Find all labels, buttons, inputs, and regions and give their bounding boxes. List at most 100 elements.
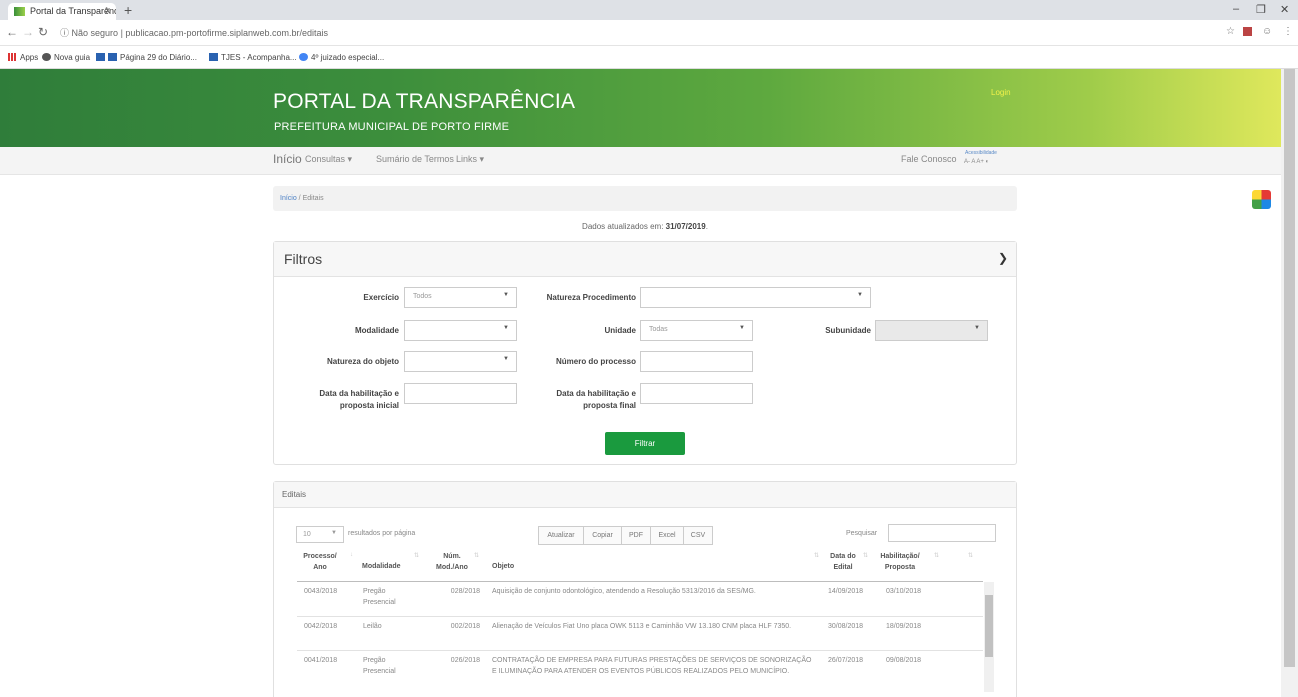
accessibility-controls[interactable]: A- A A+ ◐ [964,159,989,165]
page-scrollbar[interactable] [1281,69,1298,697]
back-icon[interactable]: ← [6,25,18,39]
numero-processo-input[interactable] [640,351,753,372]
cell-modalidade: Pregão Presencial [363,588,396,606]
excel-button[interactable]: Excel [651,526,684,545]
cell-objeto: Aquisição de conjunto odontológico, aten… [492,588,756,595]
page-viewport: PORTAL DA TRANSPARÊNCIA PREFEITURA MUNIC… [0,69,1298,697]
cell-objeto: CONTRATAÇÃO DE EMPRESA PARA FUTURAS PRES… [492,657,812,675]
login-link[interactable]: Login [991,88,1011,97]
cell-habilitacao: 18/09/2018 [886,623,922,630]
site-title: PORTAL DA TRANSPARÊNCIA [273,90,576,113]
sort-icon[interactable]: ⇅ [863,552,868,559]
cell-habilitacao: 09/08/2018 [886,657,922,664]
bookmark-juizado[interactable]: 4º juizado especial... [299,53,384,62]
new-tab-icon[interactable]: + [124,2,132,18]
atualizar-button[interactable]: Atualizar [538,526,584,545]
browser-tab-bar: Portal da Transparência - Atas x + – ❐ ✕ [0,0,1298,20]
breadcrumb-home[interactable]: Início [280,195,297,202]
search-input[interactable] [888,524,996,542]
chevron-down-icon[interactable]: ❯ [998,251,1008,265]
breadcrumb-current: Editais [302,195,324,202]
csv-button[interactable]: CSV [684,526,713,545]
cell-data: 26/07/2018 [828,657,864,664]
exercicio-select[interactable]: Todos ▼ [404,287,517,308]
unidade-select[interactable]: Todas ▼ [640,320,753,341]
copiar-button[interactable]: Copiar [584,526,622,545]
browser-tab[interactable]: Portal da Transparência - Atas x [8,3,116,20]
caret-icon: ▼ [974,325,980,331]
close-window-icon[interactable]: ✕ [1280,3,1289,16]
nav-links[interactable]: Links ▾ [456,154,484,165]
col-modalidade[interactable]: Modalidade [362,562,417,573]
data-final-input[interactable] [640,383,753,404]
data-final-label: Data da habilitação e proposta final [556,389,636,411]
caret-icon: ▼ [503,356,509,362]
minimize-icon[interactable]: – [1233,3,1239,15]
caret-icon: ▼ [503,325,509,331]
extension-icon[interactable] [1243,27,1252,36]
cell-num: 028/2018 [450,588,480,595]
bookmark-star-icon[interactable]: ☆ [1226,26,1237,37]
sort-asc-icon[interactable]: ↓ [350,552,353,558]
natureza-procedimento-select[interactable]: ▼ [640,287,871,308]
sort-icon[interactable]: ⇅ [474,552,479,559]
nav-contact[interactable]: Fale Conosco [901,154,957,164]
restore-icon[interactable]: ❐ [1256,3,1266,16]
filtrar-button[interactable]: Filtrar [605,432,685,455]
bookmark-nova-guia[interactable]: Nova guia [42,53,90,62]
site-subtitle: PREFEITURA MUNICIPAL DE PORTO FIRME [274,121,510,133]
page-scroll-thumb[interactable] [1284,69,1295,667]
bookmark-apps[interactable]: Apps [8,53,38,62]
row-divider [297,616,983,617]
sort-icon[interactable]: ⇅ [814,552,819,559]
cell-modalidade: Pregão Presencial [363,657,396,675]
modalidade-select[interactable]: ▼ [404,320,517,341]
col-num-mod[interactable]: Núm. Mod./Ano [432,552,472,573]
editais-panel: Editais 10 ▼ resultados por página Atuali… [273,481,1017,697]
unidade-label: Unidade [604,326,636,335]
subunidade-select[interactable]: ▼ [875,320,988,341]
reload-icon[interactable]: ↻ [38,25,48,39]
modalidade-label: Modalidade [354,326,399,335]
cell-modalidade: Leilão [363,623,382,630]
close-tab-icon[interactable]: x [106,5,111,15]
nav-sumario[interactable]: Sumário de Termos [376,154,454,164]
info-icon: ⓘ [60,28,72,38]
natureza-objeto-select[interactable]: ▼ [404,351,517,372]
filters-panel: Filtros ❯ Exercício Todos ▼ Natureza Proc… [273,241,1017,465]
exercicio-label: Exercício [363,293,399,302]
sort-icon[interactable]: ⇅ [968,552,973,559]
apps-grid-icon [8,53,17,61]
accessibility-label: Acessibilidade [965,150,997,156]
sort-icon[interactable]: ⇅ [414,552,419,559]
updated-notice: Dados atualizados em: 31/07/2019. [582,222,708,231]
data-inicial-input[interactable] [404,383,517,404]
col-objeto[interactable]: Objeto [492,562,552,573]
bookmark-diario[interactable]: Página 29 do Diário... [96,53,197,62]
filters-header[interactable]: Filtros ❯ [274,242,1016,277]
col-habilitacao[interactable]: Habilitação/ Proposta [872,552,928,573]
subunidade-label: Subunidade [825,326,871,335]
sort-icon[interactable]: ⇅ [934,552,939,559]
caret-icon: ▼ [331,530,337,536]
page-length-select[interactable]: 10 ▼ [296,526,344,543]
url-field[interactable]: ⓘ Não seguro | publicacao.pm-portofirme.… [60,26,328,39]
menu-dots-icon[interactable]: ⋮ [1283,26,1294,37]
page-length-text: resultados por página [348,530,416,537]
editais-title: Editais [282,490,307,499]
app-launcher-icon[interactable] [1252,190,1271,209]
nav-consultas[interactable]: Consultas ▾ [305,154,352,165]
nav-home[interactable]: Início [273,152,302,166]
breadcrumb: Início / Editais [273,186,1017,211]
site-favicon-icon [14,7,25,16]
pdf-button[interactable]: PDF [622,526,651,545]
natureza-procedimento-label: Natureza Procedimento [546,293,636,302]
bookmark-tjes[interactable]: TJES - Acompanha... [209,53,297,62]
profile-icon[interactable]: ☺ [1262,26,1273,37]
forward-icon[interactable]: → [22,25,34,39]
col-processo[interactable]: Processo/ Ano [300,552,340,573]
table-scroll-thumb[interactable] [985,595,993,657]
tab-title: Portal da Transparência - Atas [30,6,116,16]
col-data-edital[interactable]: Data do Edital [826,552,860,573]
cell-num: 002/2018 [450,623,480,630]
